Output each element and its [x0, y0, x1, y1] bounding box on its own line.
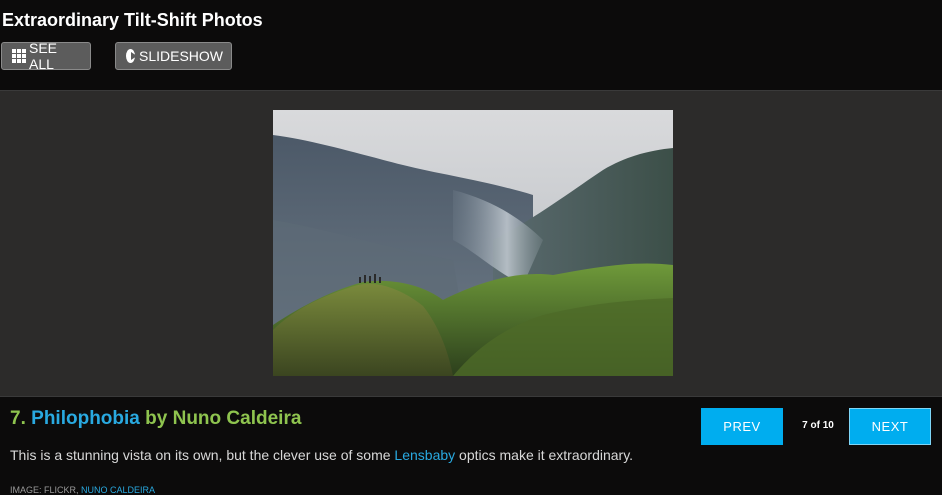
total-slides: 10 — [822, 420, 834, 431]
slide-number: 7. — [10, 408, 26, 429]
photo-stage — [0, 90, 942, 397]
description-text-start: This is a stunning vista on its own, but… — [10, 447, 391, 463]
see-all-label: SEE ALL — [29, 40, 58, 72]
description-text-end: optics make it extraordinary. — [459, 447, 634, 463]
slide-description: This is a stunning vista on its own, but… — [10, 447, 633, 463]
current-slide: 7 — [802, 420, 808, 431]
grid-icon — [12, 49, 26, 63]
slideshow-label: SLIDESHOW — [138, 48, 223, 64]
slide-heading: 7. Philophobia by Nuno Caldeira — [10, 408, 301, 430]
gallery-title: Extraordinary Tilt-Shift Photos — [2, 10, 263, 30]
of-label: of — [810, 420, 820, 431]
slideshow-button[interactable]: SLIDESHOW — [115, 42, 232, 70]
gallery-page: Extraordinary Tilt-Shift Photos SEE ALL … — [0, 0, 942, 495]
image-credit: IMAGE: FLICKR, NUNO CALDEIRA — [10, 485, 155, 495]
play-circle-icon — [126, 49, 137, 63]
slide-photo[interactable] — [273, 110, 673, 376]
slide-title-link[interactable]: Philophobia — [31, 408, 140, 429]
next-button[interactable]: NEXT — [849, 408, 931, 445]
slide-counter: 7 of 10 — [790, 420, 846, 431]
slide-by-label: by — [145, 408, 168, 429]
prev-button[interactable]: PREV — [701, 408, 783, 445]
slide-author: Nuno Caldeira — [172, 408, 302, 429]
credit-prefix: IMAGE: FLICKR, — [10, 485, 79, 495]
tilt-shift-landscape-image — [273, 110, 673, 376]
credit-author-link[interactable]: NUNO CALDEIRA — [81, 485, 155, 495]
see-all-button[interactable]: SEE ALL — [1, 40, 91, 72]
lensbaby-link[interactable]: Lensbaby — [394, 447, 455, 463]
